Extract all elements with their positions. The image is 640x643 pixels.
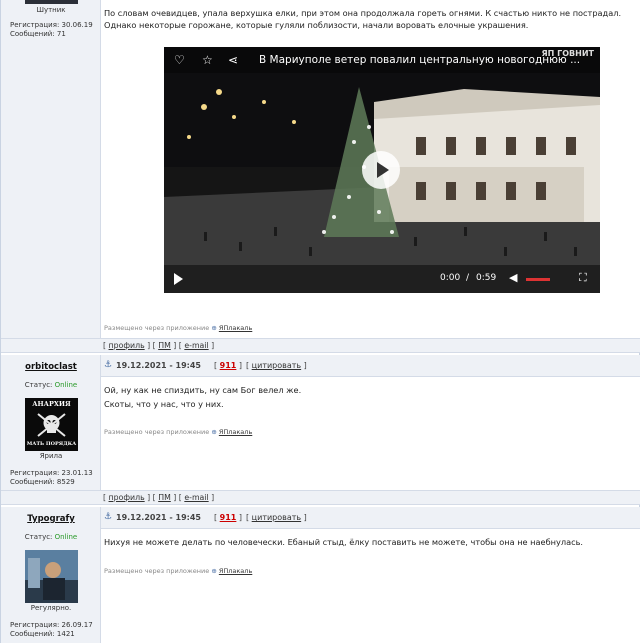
post-date: 19.12.2021 - 19:45 bbox=[116, 513, 201, 522]
post-text: Нихуя не можете делать по человечески. Е… bbox=[104, 537, 584, 547]
anchor-icon[interactable]: ⚓ bbox=[104, 360, 112, 370]
forum-page: Шутник Регистрация: 30.06.19 Сообщений: … bbox=[0, 0, 640, 643]
star-icon[interactable]: ☆ bbox=[202, 53, 213, 67]
pm-link[interactable]: ПМ bbox=[158, 341, 171, 350]
forum-post: Шутник Регистрация: 30.06.19 Сообщений: … bbox=[1, 0, 640, 338]
posted-via-label: Размещено через приложение bbox=[104, 324, 210, 332]
quote-button[interactable]: цитировать bbox=[252, 361, 301, 370]
user-sidebar: Шутник Регистрация: 30.06.19 Сообщений: … bbox=[1, 0, 101, 338]
email-link[interactable]: e-mail bbox=[184, 493, 208, 502]
message-count: Сообщений: 1421 bbox=[10, 630, 75, 638]
user-links-bar: [ профиль ] [ ПМ ] [ e-mail ] bbox=[1, 338, 640, 353]
status-online: Online bbox=[54, 533, 78, 541]
profile-link[interactable]: профиль bbox=[109, 341, 145, 350]
profile-link[interactable]: профиль bbox=[109, 493, 145, 502]
time-total: 0:59 bbox=[476, 273, 497, 283]
video-controls: 0:00 / 0:59 ◀ ⛶ bbox=[164, 265, 600, 293]
avatar[interactable]: АНАРХИЯ МАТЬ ПОРЯДКА bbox=[25, 398, 78, 451]
channel-logo[interactable]: ЯП ГОВНИТ bbox=[542, 49, 594, 58]
avatar[interactable] bbox=[25, 550, 78, 603]
anchor-icon[interactable]: ⚓ bbox=[104, 512, 112, 522]
posted-via-label: Размещено через приложение bbox=[104, 567, 210, 575]
post-body: ⚓ 19.12.2021 - 19:45 [ 911 ] [ цитироват… bbox=[101, 355, 640, 490]
post-number: [ 911 ] bbox=[214, 361, 243, 370]
user-links-bar: [ профиль ] [ ПМ ] [ e-mail ] bbox=[1, 490, 640, 505]
registration-date: Регистрация: 23.01.13 bbox=[10, 469, 93, 477]
status-online: Online bbox=[54, 381, 78, 389]
user-status: Статус: Online bbox=[1, 533, 101, 541]
post-body: ⚓ 19.12.2021 - 19:45 [ 911 ] [ цитироват… bbox=[101, 507, 640, 643]
app-link[interactable]: ЯПлакаль bbox=[219, 567, 252, 575]
play-icon[interactable] bbox=[174, 273, 183, 285]
status-label: Статус: bbox=[24, 381, 53, 389]
email-link[interactable]: e-mail bbox=[184, 341, 208, 350]
posted-via: Размещено через приложение ⊕ ЯПлакаль bbox=[104, 428, 252, 436]
username[interactable]: orbitoclast bbox=[1, 362, 101, 372]
post-header: ⚓ 19.12.2021 - 19:45 [ 911 ] [ цитироват… bbox=[101, 507, 640, 529]
quote-action: [ цитировать ] bbox=[246, 361, 307, 370]
post-text-line: Ой, ну как не спиздить, ну сам Бог велел… bbox=[104, 385, 302, 395]
quote-button[interactable]: цитировать bbox=[252, 513, 301, 522]
user-rank: Шутник bbox=[36, 6, 66, 14]
post-text-line: Скоты, что у нас, что у них. bbox=[104, 399, 224, 409]
app-icon: ⊕ bbox=[211, 567, 217, 575]
registration-date: Регистрация: 26.09.17 bbox=[10, 621, 93, 629]
user-rank: Регулярно. bbox=[30, 604, 72, 612]
posted-via: Размещено через приложение ⊕ ЯПлакаль bbox=[104, 324, 252, 332]
avatar-caption-top: АНАРХИЯ bbox=[32, 400, 71, 408]
username[interactable]: Typografy bbox=[1, 514, 101, 524]
quote-action: [ цитировать ] bbox=[246, 513, 307, 522]
posted-via: Размещено через приложение ⊕ ЯПлакаль bbox=[104, 567, 252, 575]
volume-icon[interactable]: ◀ bbox=[509, 271, 517, 284]
volume-slider[interactable] bbox=[526, 278, 550, 281]
user-sidebar: orbitoclast Статус: Online АНАРХИЯ МАТЬ … bbox=[1, 355, 101, 490]
app-icon: ⊕ bbox=[211, 324, 217, 332]
user-sidebar: Typografy Статус: Online Регулярно. Реги… bbox=[1, 507, 101, 643]
user-registration: Регистрация: 26.09.17 Сообщений: 1421 bbox=[10, 621, 93, 639]
post-body: По словам очевидцев, упала верхушка елки… bbox=[101, 0, 640, 338]
user-registration: Регистрация: 30.06.19 Сообщений: 71 bbox=[10, 21, 93, 39]
registration-date: Регистрация: 30.06.19 bbox=[10, 21, 93, 29]
video-player[interactable]: ♡ ☆ ⋖ В Мариуполе ветер повалил централь… bbox=[164, 47, 600, 293]
avatar-caption-bottom: МАТЬ ПОРЯДКА bbox=[26, 441, 77, 447]
fullscreen-icon[interactable]: ⛶ bbox=[579, 271, 587, 285]
message-count: Сообщений: 71 bbox=[10, 30, 66, 38]
time-separator: / bbox=[466, 273, 470, 283]
heart-icon[interactable]: ♡ bbox=[174, 53, 185, 67]
user-links: [ профиль ] [ ПМ ] [ e-mail ] bbox=[103, 341, 215, 350]
app-link[interactable]: ЯПлакаль bbox=[219, 428, 252, 436]
user-registration: Регистрация: 23.01.13 Сообщений: 8529 bbox=[10, 469, 93, 487]
time-current: 0:00 bbox=[440, 273, 461, 283]
play-button[interactable] bbox=[362, 151, 400, 189]
avatar[interactable] bbox=[25, 0, 78, 4]
post-text: Ой, ну как не спиздить, ну сам Бог велел… bbox=[104, 384, 634, 410]
pm-link[interactable]: ПМ bbox=[158, 493, 171, 502]
user-rank: Ярила bbox=[39, 452, 63, 460]
message-count: Сообщений: 8529 bbox=[10, 478, 75, 486]
app-link[interactable]: ЯПлакаль bbox=[219, 324, 252, 332]
status-label: Статус: bbox=[24, 533, 53, 541]
post-date: 19.12.2021 - 19:45 bbox=[116, 361, 201, 370]
post-header: ⚓ 19.12.2021 - 19:45 [ 911 ] [ цитироват… bbox=[101, 355, 640, 377]
post-text: По словам очевидцев, упала верхушка елки… bbox=[104, 8, 622, 30]
person-photo bbox=[25, 550, 78, 603]
user-status: Статус: Online bbox=[1, 381, 101, 389]
post-number: [ 911 ] bbox=[214, 513, 243, 522]
app-icon: ⊕ bbox=[211, 428, 217, 436]
forum-post: orbitoclast Статус: Online АНАРХИЯ МАТЬ … bbox=[1, 355, 640, 490]
user-links: [ профиль ] [ ПМ ] [ e-mail ] bbox=[103, 493, 215, 502]
post-number-link[interactable]: 911 bbox=[220, 513, 237, 522]
post-number-link[interactable]: 911 bbox=[220, 361, 237, 370]
posted-via-label: Размещено через приложение bbox=[104, 428, 210, 436]
share-icon[interactable]: ⋖ bbox=[228, 53, 238, 67]
forum-post: Typografy Статус: Online Регулярно. Реги… bbox=[1, 507, 640, 643]
video-title[interactable]: В Мариуполе ветер повалил центральную но… bbox=[259, 54, 580, 66]
